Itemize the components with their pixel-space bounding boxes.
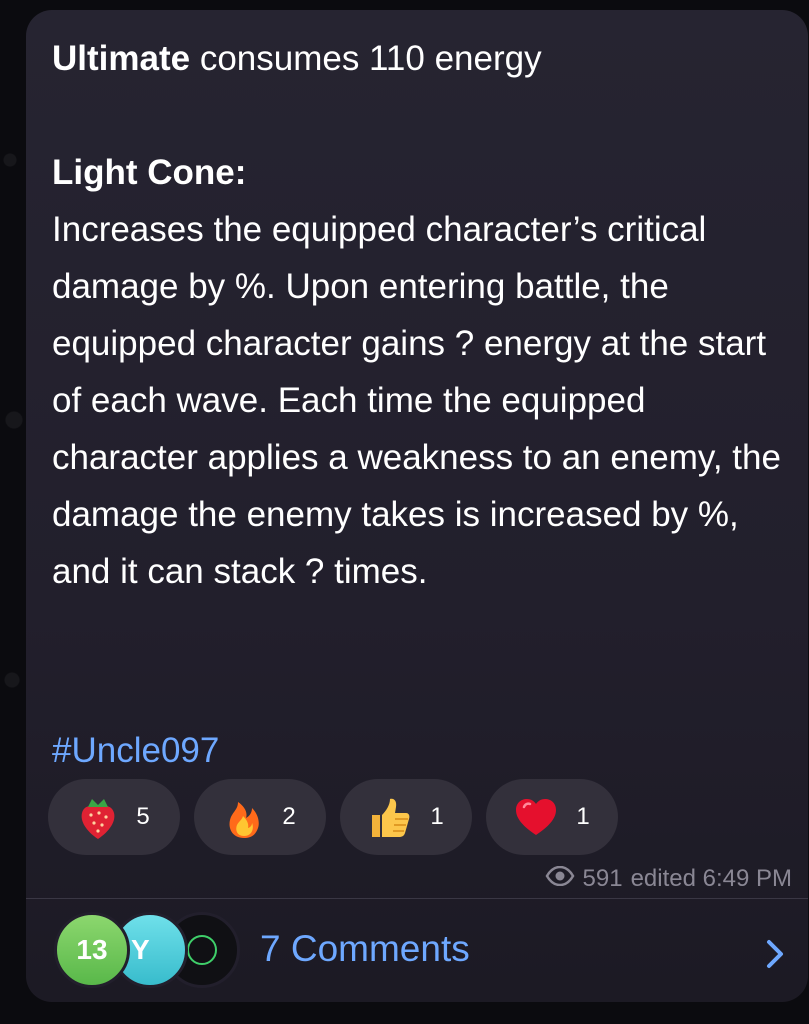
- view-count: 591: [582, 865, 623, 892]
- reaction-count: 1: [576, 803, 590, 830]
- reaction-thumbs-up[interactable]: 1: [340, 779, 472, 855]
- strawberry-icon: [78, 793, 118, 841]
- edited-time: edited 6:49 PM: [630, 865, 792, 892]
- ultimate-line: Ultimate consumes 110 energy: [52, 30, 792, 87]
- eye-icon: [545, 865, 575, 893]
- hashtag-link[interactable]: #Uncle097: [52, 722, 219, 779]
- reaction-count: 2: [282, 803, 296, 830]
- thumbs-up-icon: [368, 795, 412, 839]
- light-cone-description: Increases the equipped character’s criti…: [52, 210, 781, 591]
- commenter-avatars: 13 Y: [54, 912, 240, 988]
- reaction-count: 5: [136, 803, 150, 830]
- reactions-bar: 5 2 1 1: [48, 779, 618, 855]
- heart-icon: [514, 797, 558, 837]
- reaction-count: 1: [430, 803, 444, 830]
- reaction-fire[interactable]: 2: [194, 779, 326, 855]
- channel-post-bubble: Ultimate consumes 110 energy Light Cone:…: [26, 10, 808, 1002]
- reaction-heart[interactable]: 1: [486, 779, 618, 855]
- post-meta: 591 edited 6:49 PM: [545, 865, 792, 893]
- chevron-right-icon: [766, 939, 784, 974]
- post-text: Ultimate consumes 110 energy Light Cone:…: [52, 30, 792, 600]
- comments-button[interactable]: 13 Y 7 Comments: [26, 899, 808, 1002]
- fire-icon: [224, 794, 264, 840]
- ultimate-text: consumes 110 energy: [190, 39, 542, 78]
- ultimate-label: Ultimate: [52, 39, 191, 78]
- light-cone-title: Light Cone:: [52, 153, 247, 192]
- comments-label: 7 Comments: [260, 928, 470, 969]
- avatar: 13: [54, 912, 130, 988]
- reaction-strawberry[interactable]: 5: [48, 779, 180, 855]
